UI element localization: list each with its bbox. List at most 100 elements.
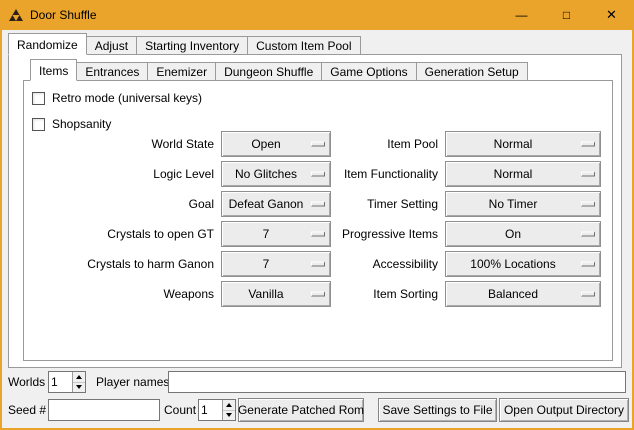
seed-label: Seed #	[8, 398, 46, 422]
worlds-input[interactable]	[49, 372, 72, 392]
logic-level-dropdown[interactable]: No Glitches	[221, 161, 331, 187]
minimize-icon: —	[516, 8, 528, 22]
client-area: Randomize Adjust Starting Inventory Cust…	[2, 30, 632, 428]
item-sorting-dropdown[interactable]: Balanced	[445, 281, 601, 307]
item-pool-dropdown[interactable]: Normal	[445, 131, 601, 157]
randomize-pane: Items Entrances Enemizer Dungeon Shuffle…	[8, 54, 622, 368]
tab-generation-setup[interactable]: Generation Setup	[416, 62, 528, 81]
generate-rom-button[interactable]: Generate Patched Rom	[238, 398, 364, 422]
count-spinbox[interactable]	[198, 399, 236, 421]
arrow-down-icon	[226, 413, 232, 417]
spin-up-button[interactable]	[223, 400, 235, 410]
shopsanity-checkbox[interactable]	[32, 118, 45, 131]
timer-setting-label: Timer Setting	[336, 197, 440, 211]
settings-grid: World State Open Item Pool Normal Logic …	[32, 131, 601, 307]
progressive-items-value: On	[505, 227, 521, 241]
maximize-button[interactable]: □	[544, 0, 589, 30]
item-functionality-label: Item Functionality	[336, 167, 440, 181]
arrow-down-icon	[76, 385, 82, 389]
world-state-dropdown[interactable]: Open	[221, 131, 331, 157]
menu-indicator-icon	[581, 232, 595, 237]
retro-mode-checkbox[interactable]	[32, 92, 45, 105]
count-spin-arrows	[222, 400, 235, 420]
sub-tab-bar: Items Entrances Enemizer Dungeon Shuffle…	[30, 59, 527, 81]
checkbox-retro-mode[interactable]: Retro mode (universal keys)	[32, 89, 202, 107]
progressive-items-dropdown[interactable]: On	[445, 221, 601, 247]
minimize-button[interactable]: —	[499, 0, 544, 30]
seed-input[interactable]	[48, 399, 160, 421]
item-sorting-value: Balanced	[488, 287, 538, 301]
tab-dungeon-shuffle[interactable]: Dungeon Shuffle	[215, 62, 322, 81]
tab-enemizer[interactable]: Enemizer	[147, 62, 216, 81]
logic-level-value: No Glitches	[235, 167, 297, 181]
main-tab-bar: Randomize Adjust Starting Inventory Cust…	[8, 33, 360, 55]
accessibility-value: 100% Locations	[470, 257, 555, 271]
world-state-label: World State	[32, 137, 216, 151]
window-controls: — □ ✕	[499, 0, 634, 30]
crystals-ganon-dropdown[interactable]: 7	[221, 251, 331, 277]
timer-setting-value: No Timer	[489, 197, 538, 211]
goal-value: Defeat Ganon	[229, 197, 304, 211]
worlds-label: Worlds	[8, 371, 45, 393]
titlebar: Door Shuffle — □ ✕	[0, 0, 634, 30]
spin-down-button[interactable]	[223, 410, 235, 421]
menu-indicator-icon	[581, 202, 595, 207]
menu-indicator-icon	[311, 202, 325, 207]
crystals-gt-dropdown[interactable]: 7	[221, 221, 331, 247]
menu-indicator-icon	[581, 172, 595, 177]
maximize-icon: □	[563, 8, 570, 22]
item-sorting-label: Item Sorting	[336, 287, 440, 301]
progressive-items-label: Progressive Items	[336, 227, 440, 241]
app-icon	[8, 7, 24, 23]
item-functionality-value: Normal	[494, 167, 533, 181]
weapons-dropdown[interactable]: Vanilla	[221, 281, 331, 307]
player-names-input[interactable]	[168, 371, 626, 393]
close-icon: ✕	[606, 7, 617, 23]
spin-down-button[interactable]	[73, 382, 85, 393]
world-state-value: Open	[251, 137, 280, 151]
menu-indicator-icon	[311, 232, 325, 237]
accessibility-label: Accessibility	[336, 257, 440, 271]
crystals-ganon-label: Crystals to harm Ganon	[32, 257, 216, 271]
menu-indicator-icon	[311, 292, 325, 297]
weapons-label: Weapons	[32, 287, 216, 301]
tab-custom-item-pool[interactable]: Custom Item Pool	[247, 36, 360, 55]
tab-randomize[interactable]: Randomize	[8, 33, 87, 55]
logic-level-label: Logic Level	[32, 167, 216, 181]
arrow-up-icon	[76, 375, 82, 379]
menu-indicator-icon	[311, 172, 325, 177]
count-input[interactable]	[199, 400, 222, 420]
goal-dropdown[interactable]: Defeat Ganon	[221, 191, 331, 217]
item-pool-label: Item Pool	[336, 137, 440, 151]
worlds-spinbox[interactable]	[48, 371, 86, 393]
timer-setting-dropdown[interactable]: No Timer	[445, 191, 601, 217]
weapons-value: Vanilla	[248, 287, 283, 301]
spin-up-button[interactable]	[73, 372, 85, 382]
app-window: Door Shuffle — □ ✕ Randomize Adjust Star…	[0, 0, 634, 430]
items-pane: Retro mode (universal keys) Shopsanity W…	[23, 80, 613, 361]
save-settings-button[interactable]: Save Settings to File	[378, 398, 497, 422]
count-label: Count	[164, 398, 196, 422]
goal-label: Goal	[32, 197, 216, 211]
retro-mode-label: Retro mode (universal keys)	[52, 91, 202, 105]
menu-indicator-icon	[581, 142, 595, 147]
accessibility-dropdown[interactable]: 100% Locations	[445, 251, 601, 277]
shopsanity-label: Shopsanity	[52, 117, 111, 131]
crystals-ganon-value: 7	[263, 257, 270, 271]
item-pool-value: Normal	[494, 137, 533, 151]
worlds-spin-arrows	[72, 372, 85, 392]
tab-entrances[interactable]: Entrances	[76, 62, 148, 81]
player-names-label: Player names	[96, 371, 169, 393]
menu-indicator-icon	[581, 262, 595, 267]
close-button[interactable]: ✕	[589, 0, 634, 30]
menu-indicator-icon	[311, 262, 325, 267]
menu-indicator-icon	[581, 292, 595, 297]
tab-starting-inventory[interactable]: Starting Inventory	[136, 36, 248, 55]
crystals-gt-label: Crystals to open GT	[32, 227, 216, 241]
open-output-button[interactable]: Open Output Directory	[499, 398, 629, 422]
item-functionality-dropdown[interactable]: Normal	[445, 161, 601, 187]
tab-adjust[interactable]: Adjust	[86, 36, 137, 55]
tab-items[interactable]: Items	[30, 59, 77, 81]
tab-game-options[interactable]: Game Options	[321, 62, 416, 81]
crystals-gt-value: 7	[263, 227, 270, 241]
